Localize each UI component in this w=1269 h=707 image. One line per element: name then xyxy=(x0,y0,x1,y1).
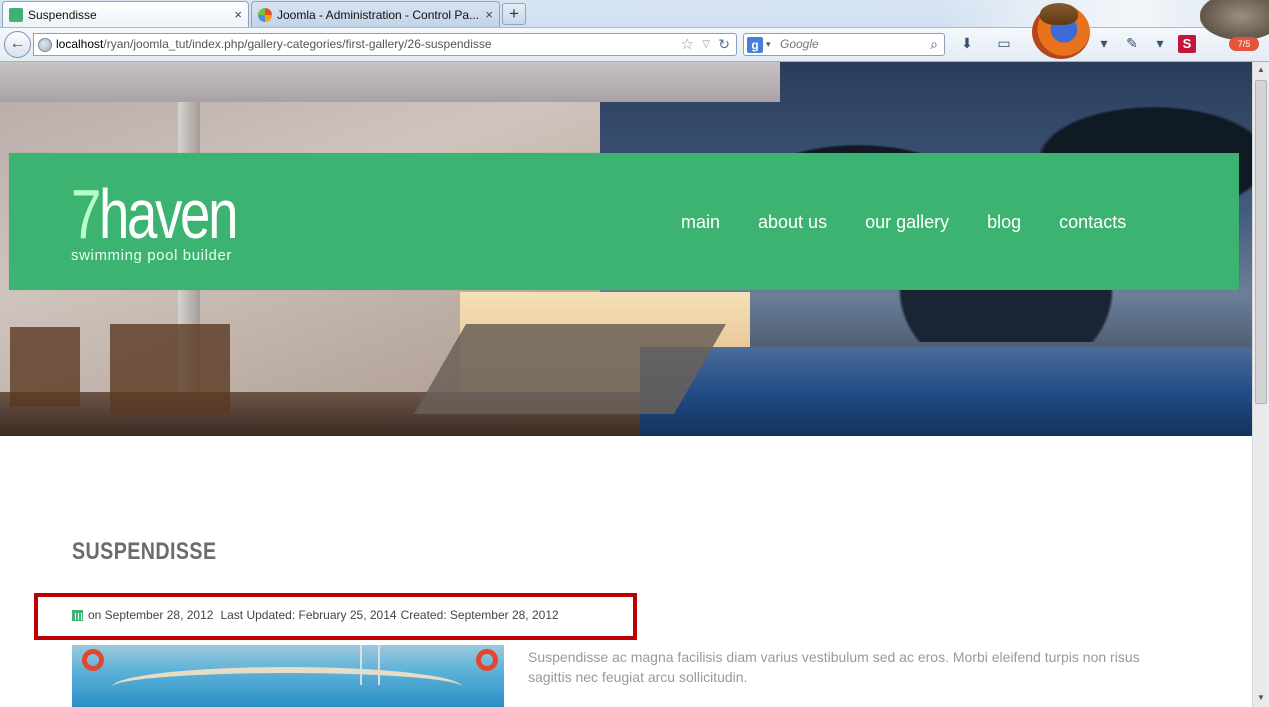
menu-item-contacts[interactable]: contacts xyxy=(1059,212,1126,233)
bookmark-star-icon[interactable]: ☆ xyxy=(681,34,694,55)
main-menu: main about us our gallery blog contacts xyxy=(681,212,1164,233)
address-bar[interactable]: localhost/ryan/joomla_tut/index.php/gall… xyxy=(33,33,737,56)
page-scrollbar[interactable]: ▲ ▼ xyxy=(1252,62,1269,707)
back-button[interactable]: ← xyxy=(4,31,31,58)
web-page: 7haven swimming pool builder main about … xyxy=(0,62,1252,707)
acorn-theme-decoration xyxy=(1040,3,1078,25)
home-dropdown-icon[interactable]: ▾ xyxy=(1094,33,1114,53)
menu-item-our-gallery[interactable]: our gallery xyxy=(865,212,949,233)
toolbar-overflow-icon[interactable]: ▾ xyxy=(1150,33,1170,53)
last-updated-date: Last Updated: February 25, 2014 xyxy=(220,608,397,622)
scrollbar-thumb[interactable] xyxy=(1255,80,1267,404)
new-tab-button[interactable]: + xyxy=(502,3,526,25)
site-header: 7haven swimming pool builder main about … xyxy=(9,153,1239,290)
menu-item-main[interactable]: main xyxy=(681,212,720,233)
logo-tagline: swimming pool builder xyxy=(71,247,232,264)
tools-icon[interactable]: ✎ xyxy=(1122,33,1142,53)
article-image[interactable] xyxy=(72,645,504,707)
hero-chair xyxy=(10,327,80,407)
pool-edge xyxy=(112,667,462,707)
article-excerpt: Suspendisse ac magna facilisis diam vari… xyxy=(528,649,1140,685)
tab-title: Suspendisse xyxy=(28,7,97,22)
globe-icon xyxy=(38,38,52,52)
google-engine-icon[interactable]: g xyxy=(747,37,763,53)
hero-roof xyxy=(0,62,780,102)
site-favicon-icon xyxy=(9,7,23,22)
article-meta: on September 28, 2012 Last Updated: Febr… xyxy=(72,608,559,622)
bookmarks-menu-icon[interactable]: ▭ xyxy=(994,33,1014,53)
url-history-dropdown-icon[interactable]: ▽ xyxy=(702,34,710,55)
search-icon[interactable]: ⌕ xyxy=(930,34,938,55)
site-logo[interactable]: 7haven swimming pool builder xyxy=(71,175,283,264)
url-host: localhost xyxy=(56,37,104,51)
tab-title: Joomla - Administration - Control Pa... xyxy=(277,7,480,22)
url-path: /ryan/joomla_tut/index.php/gallery-categ… xyxy=(103,37,492,51)
logo-wordmark: 7haven xyxy=(71,175,238,253)
scroll-down-icon[interactable]: ▼ xyxy=(1253,690,1269,706)
hero-table xyxy=(110,324,230,414)
tab-suspendisse[interactable]: Suspendisse × xyxy=(2,1,249,27)
life-ring-left xyxy=(82,649,104,671)
close-tab-icon[interactable]: × xyxy=(234,7,242,22)
created-date: Created: September 28, 2012 xyxy=(400,608,559,622)
article-title: SUSPENDISSE xyxy=(72,538,217,565)
search-placeholder: Google xyxy=(780,37,819,51)
downloads-icon[interactable]: ⬇ xyxy=(957,33,977,53)
close-tab-icon[interactable]: × xyxy=(485,7,493,22)
calendar-icon xyxy=(72,609,83,621)
search-box[interactable]: g ▾ Google ⌕ xyxy=(743,33,945,56)
search-engine-dropdown-icon[interactable]: ▾ xyxy=(766,34,771,55)
joomla-favicon-icon xyxy=(258,7,272,22)
browser-chrome: Suspendisse × Joomla - Administration - … xyxy=(0,0,1269,62)
published-date: on September 28, 2012 xyxy=(88,608,214,622)
scroll-up-icon[interactable]: ▲ xyxy=(1253,62,1269,78)
life-ring-right xyxy=(476,649,498,671)
hero-pool xyxy=(640,347,1252,436)
addon-count-badge[interactable]: 7/5 xyxy=(1229,37,1259,51)
reload-icon[interactable]: ↻ xyxy=(718,34,730,55)
addon-s-icon[interactable]: S xyxy=(1178,35,1196,53)
pool-ladder xyxy=(360,645,380,685)
squirrel-theme-decoration xyxy=(1200,0,1269,40)
menu-item-about-us[interactable]: about us xyxy=(758,212,827,233)
menu-item-blog[interactable]: blog xyxy=(987,212,1021,233)
tab-joomla-admin[interactable]: Joomla - Administration - Control Pa... … xyxy=(251,1,500,27)
hero-lounger xyxy=(414,324,726,414)
